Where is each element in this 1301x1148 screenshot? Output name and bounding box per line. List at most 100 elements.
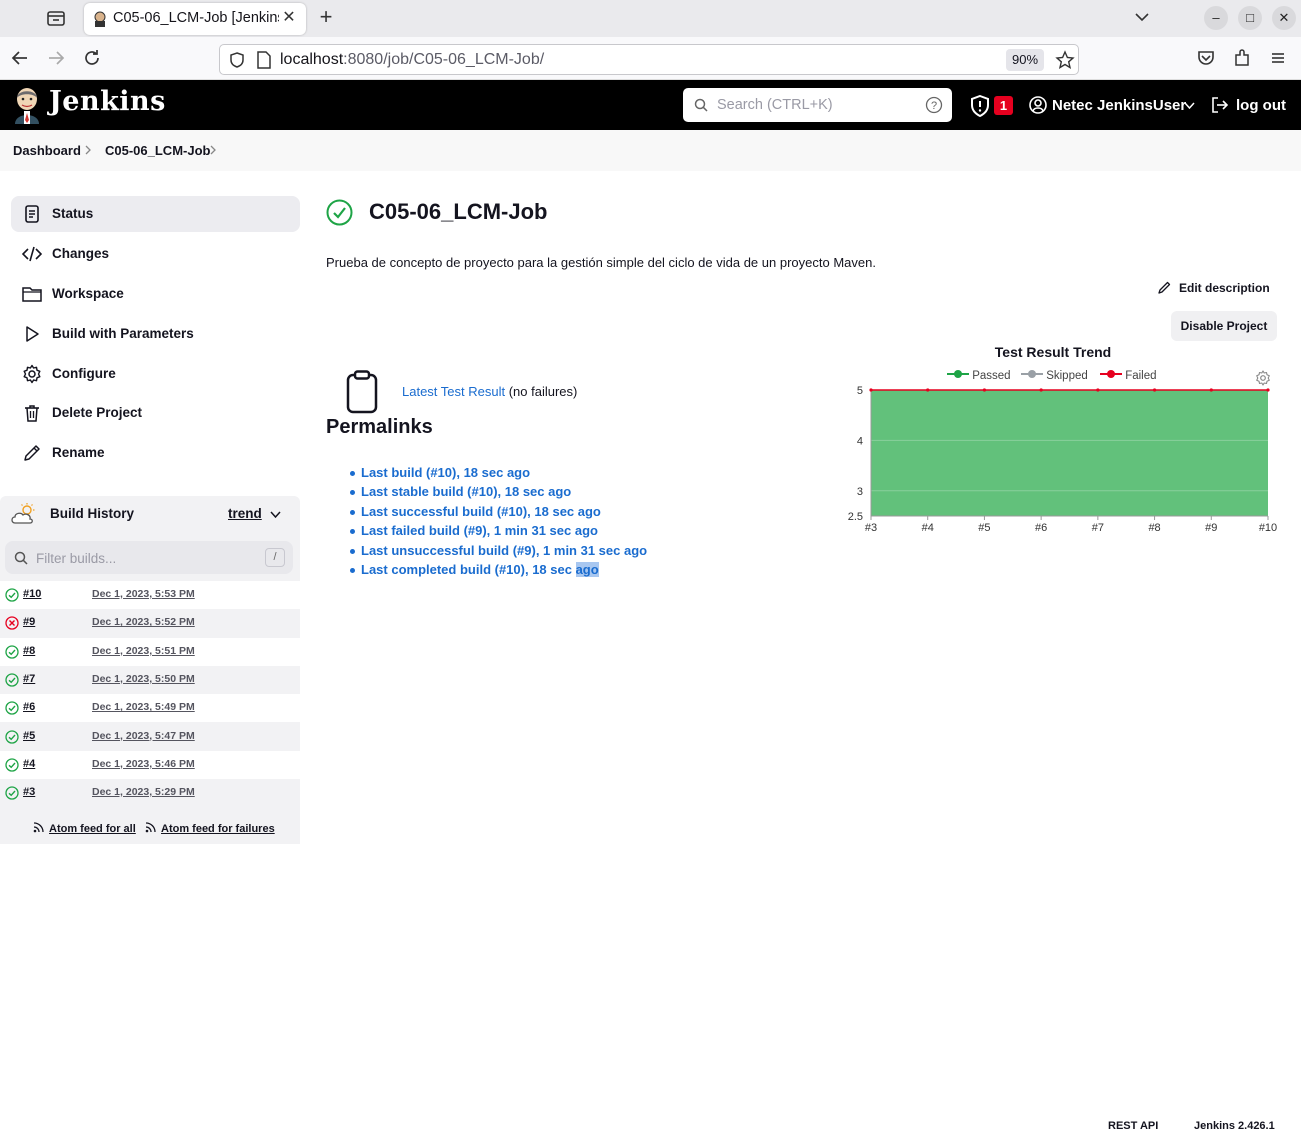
atom-feed-all-link[interactable]: Atom feed for all xyxy=(49,823,136,835)
build-row[interactable]: #4 Dec 1, 2023, 5:46 PM xyxy=(0,750,300,779)
jenkins-brand[interactable]: Jenkins xyxy=(49,86,166,117)
rest-api-link[interactable]: REST API xyxy=(1108,1120,1158,1132)
build-row[interactable]: #8 Dec 1, 2023, 5:51 PM xyxy=(0,637,300,666)
sidebar-item-rename[interactable]: Rename xyxy=(11,435,300,471)
permalink-last-failed-build[interactable]: Last failed build (#9), 1 min 31 sec ago xyxy=(361,523,598,538)
jenkins-logo-icon[interactable] xyxy=(12,86,42,124)
url-bar[interactable]: localhost:8080/job/C05-06_LCM-Job/ 90% xyxy=(219,44,1079,75)
browser-tab[interactable]: C05-06_LCM-Job [Jenkins] ✕ xyxy=(84,3,306,35)
sidebar-item-configure[interactable]: Configure xyxy=(11,356,300,392)
breadcrumb-job[interactable]: C05-06_LCM-Job xyxy=(105,143,210,158)
sidebar-item-delete-project[interactable]: Delete Project xyxy=(11,395,300,431)
url-text: localhost:8080/job/C05-06_LCM-Job/ xyxy=(280,51,545,68)
page-title: C05-06_LCM-Job xyxy=(369,199,548,224)
success-status-icon xyxy=(5,644,19,659)
build-number-link[interactable]: #3 xyxy=(23,786,35,798)
sidebar-item-workspace[interactable]: Workspace xyxy=(11,276,300,312)
list-item: Last failed build (#9), 1 min 31 sec ago xyxy=(348,523,647,542)
build-row[interactable]: #9 Dec 1, 2023, 5:52 PM xyxy=(0,609,300,637)
build-date-link[interactable]: Dec 1, 2023, 5:47 PM xyxy=(92,730,195,742)
disable-project-button[interactable]: Disable Project xyxy=(1171,311,1277,341)
permalink-last-successful-build[interactable]: Last successful build (#10), 18 sec ago xyxy=(361,504,601,519)
filter-builds-input[interactable] xyxy=(36,548,256,568)
breadcrumb-dashboard[interactable]: Dashboard xyxy=(13,143,81,158)
data-point xyxy=(1209,388,1213,392)
new-tab-icon[interactable]: + xyxy=(315,6,337,29)
minimize-icon[interactable]: – xyxy=(1204,6,1228,30)
sidebar-item-build-with-parameters[interactable]: Build with Parameters xyxy=(11,316,300,352)
reload-icon[interactable] xyxy=(82,48,102,68)
build-history-panel: / #10 Dec 1, 2023, 5:53 PM #9 Dec 1, 2023, … xyxy=(0,532,300,844)
success-status-icon xyxy=(5,729,19,744)
edit-description-label: Edit description xyxy=(1179,281,1270,295)
build-number-link[interactable]: #4 xyxy=(23,758,35,770)
logout-label: log out xyxy=(1236,97,1286,114)
sidebar-item-changes[interactable]: Changes xyxy=(11,236,300,272)
page-icon[interactable] xyxy=(256,51,272,69)
menu-icon[interactable] xyxy=(1268,48,1288,68)
filter-builds-box[interactable]: / xyxy=(5,541,293,574)
build-number-link[interactable]: #8 xyxy=(23,645,35,657)
chevron-right-icon[interactable] xyxy=(209,145,217,155)
search-input[interactable] xyxy=(717,94,917,116)
list-item: Last successful build (#10), 18 sec ago xyxy=(348,504,647,523)
permalink-last-build[interactable]: Last build (#10), 18 sec ago xyxy=(361,465,530,480)
build-number-link[interactable]: #6 xyxy=(23,701,35,713)
tab-list-icon[interactable] xyxy=(45,7,67,29)
success-status-icon xyxy=(5,673,19,687)
data-point xyxy=(1096,388,1100,392)
permalinks-list: Last build (#10), 18 sec ago Last stable… xyxy=(348,465,647,581)
data-point xyxy=(1266,388,1270,392)
build-date-link[interactable]: Dec 1, 2023, 5:29 PM xyxy=(92,786,195,798)
shield-icon[interactable] xyxy=(228,51,246,69)
chevron-down-icon[interactable] xyxy=(270,509,281,520)
forward-icon[interactable] xyxy=(46,48,66,68)
jenkins-favicon-icon xyxy=(94,11,106,27)
sidebar-item-status[interactable]: Status xyxy=(11,196,300,232)
build-row[interactable]: #3 Dec 1, 2023, 5:29 PM xyxy=(0,779,300,807)
success-status-icon xyxy=(5,701,19,715)
x-tick-label: #7 xyxy=(1092,522,1104,534)
close-window-icon[interactable]: ✕ xyxy=(1272,6,1296,30)
jenkins-version-link[interactable]: Jenkins 2.426.1 xyxy=(1194,1120,1275,1132)
permalink-last-stable-build[interactable]: Last stable build (#10), 18 sec ago xyxy=(361,484,571,499)
x-tick-label: #5 xyxy=(978,522,990,534)
search-icon xyxy=(694,98,708,112)
list-item: Last unsuccessful build (#9), 1 min 31 s… xyxy=(348,543,647,562)
build-number-link[interactable]: #10 xyxy=(23,588,41,600)
permalink-last-completed-build[interactable]: Last completed build (#10), 18 sec ago xyxy=(361,561,599,577)
user-name: Netec JenkinsUser xyxy=(1052,97,1187,114)
close-tab-icon[interactable]: ✕ xyxy=(280,9,298,27)
help-icon[interactable]: ? xyxy=(925,96,943,114)
security-shield-icon[interactable] xyxy=(970,95,990,117)
permalink-last-unsuccessful-build[interactable]: Last unsuccessful build (#9), 1 min 31 s… xyxy=(361,543,647,558)
search-box[interactable]: ? xyxy=(683,88,952,122)
build-date-link[interactable]: Dec 1, 2023, 5:51 PM xyxy=(92,645,195,657)
build-date-link[interactable]: Dec 1, 2023, 5:50 PM xyxy=(92,673,195,685)
build-number-link[interactable]: #7 xyxy=(23,673,35,685)
x-tick-label: #6 xyxy=(1035,522,1047,534)
build-row[interactable]: #6 Dec 1, 2023, 5:49 PM xyxy=(0,694,300,723)
bookmark-star-icon[interactable] xyxy=(1055,50,1075,70)
pocket-icon[interactable] xyxy=(1196,48,1216,68)
atom-feed-failures-link[interactable]: Atom feed for failures xyxy=(161,823,275,835)
build-date-link[interactable]: Dec 1, 2023, 5:49 PM xyxy=(92,701,195,713)
latest-test-result-link[interactable]: Latest Test Result xyxy=(402,384,505,399)
build-number-link[interactable]: #9 xyxy=(23,616,35,628)
build-number-link[interactable]: #5 xyxy=(23,730,35,742)
sidebar-item-label: Rename xyxy=(52,445,105,460)
build-row[interactable]: #7 Dec 1, 2023, 5:50 PM xyxy=(0,666,300,694)
maximize-icon[interactable]: □ xyxy=(1238,6,1262,30)
trend-link[interactable]: trend xyxy=(228,506,262,521)
build-date-link[interactable]: Dec 1, 2023, 5:46 PM xyxy=(92,758,195,770)
back-icon[interactable] xyxy=(10,48,30,68)
chevron-down-icon[interactable] xyxy=(1133,8,1151,26)
build-date-link[interactable]: Dec 1, 2023, 5:53 PM xyxy=(92,588,195,600)
weather-cloudy-sun-icon xyxy=(11,503,35,524)
extensions-icon[interactable] xyxy=(1232,48,1252,68)
zoom-level[interactable]: 90% xyxy=(1006,49,1045,71)
security-badge[interactable]: 1 xyxy=(994,96,1013,115)
build-row[interactable]: #10 Dec 1, 2023, 5:53 PM xyxy=(0,581,300,609)
build-row[interactable]: #5 Dec 1, 2023, 5:47 PM xyxy=(0,723,300,751)
build-date-link[interactable]: Dec 1, 2023, 5:52 PM xyxy=(92,616,195,628)
